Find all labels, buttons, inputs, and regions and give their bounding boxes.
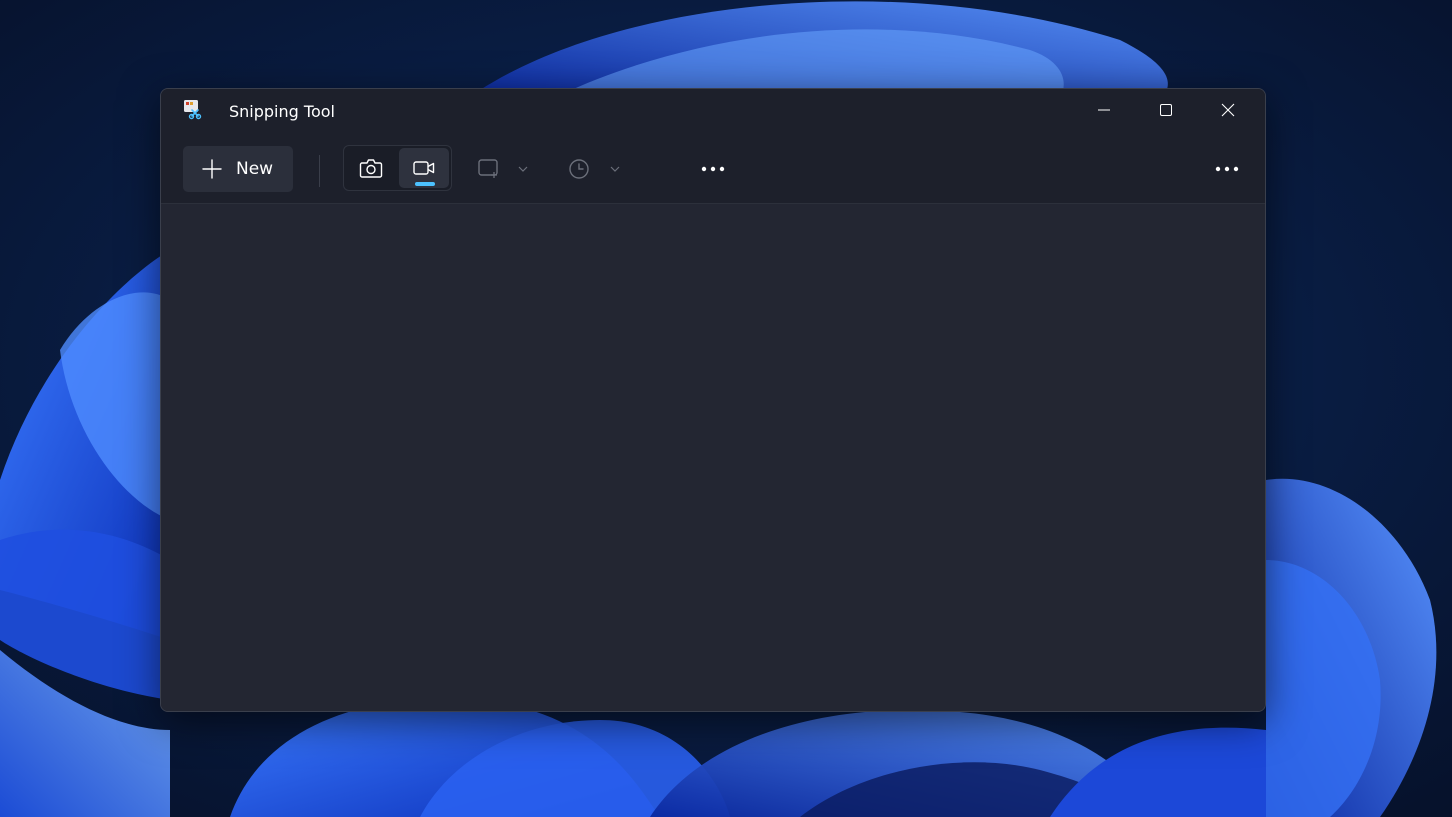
chevron-down-icon [610, 166, 620, 172]
maximize-button[interactable] [1135, 89, 1197, 131]
snip-mode-button[interactable] [346, 148, 396, 188]
delay-dropdown[interactable] [565, 152, 629, 186]
camera-icon [359, 159, 383, 178]
more-icon [1215, 166, 1239, 172]
more-options-button[interactable] [693, 153, 733, 185]
selected-mode-indicator [415, 182, 435, 186]
toolbar: New [161, 135, 1265, 204]
minimize-button[interactable] [1073, 89, 1135, 131]
minimize-icon [1098, 109, 1110, 111]
plus-icon [202, 159, 222, 179]
snipping-tool-window: Snipping Tool New [160, 88, 1266, 712]
snip-shape-dropdown[interactable] [473, 152, 537, 186]
snipping-tool-icon [184, 100, 202, 120]
window-title: Snipping Tool [229, 102, 335, 121]
more-icon [701, 166, 725, 172]
close-button[interactable] [1197, 89, 1259, 131]
close-icon [1221, 103, 1235, 117]
new-button[interactable]: New [183, 146, 293, 192]
clock-icon [569, 159, 589, 179]
record-mode-button[interactable] [399, 148, 449, 188]
rectangle-snip-icon [478, 159, 498, 178]
toolbar-divider [319, 155, 320, 187]
chevron-down-icon [518, 166, 528, 172]
canvas-area [161, 204, 1265, 711]
title-bar[interactable]: Snipping Tool [161, 89, 1265, 135]
new-button-label: New [236, 159, 274, 179]
video-camera-icon [413, 161, 435, 175]
maximize-icon [1160, 104, 1172, 116]
see-more-button[interactable] [1207, 153, 1247, 185]
capture-mode-toggle [343, 145, 452, 191]
